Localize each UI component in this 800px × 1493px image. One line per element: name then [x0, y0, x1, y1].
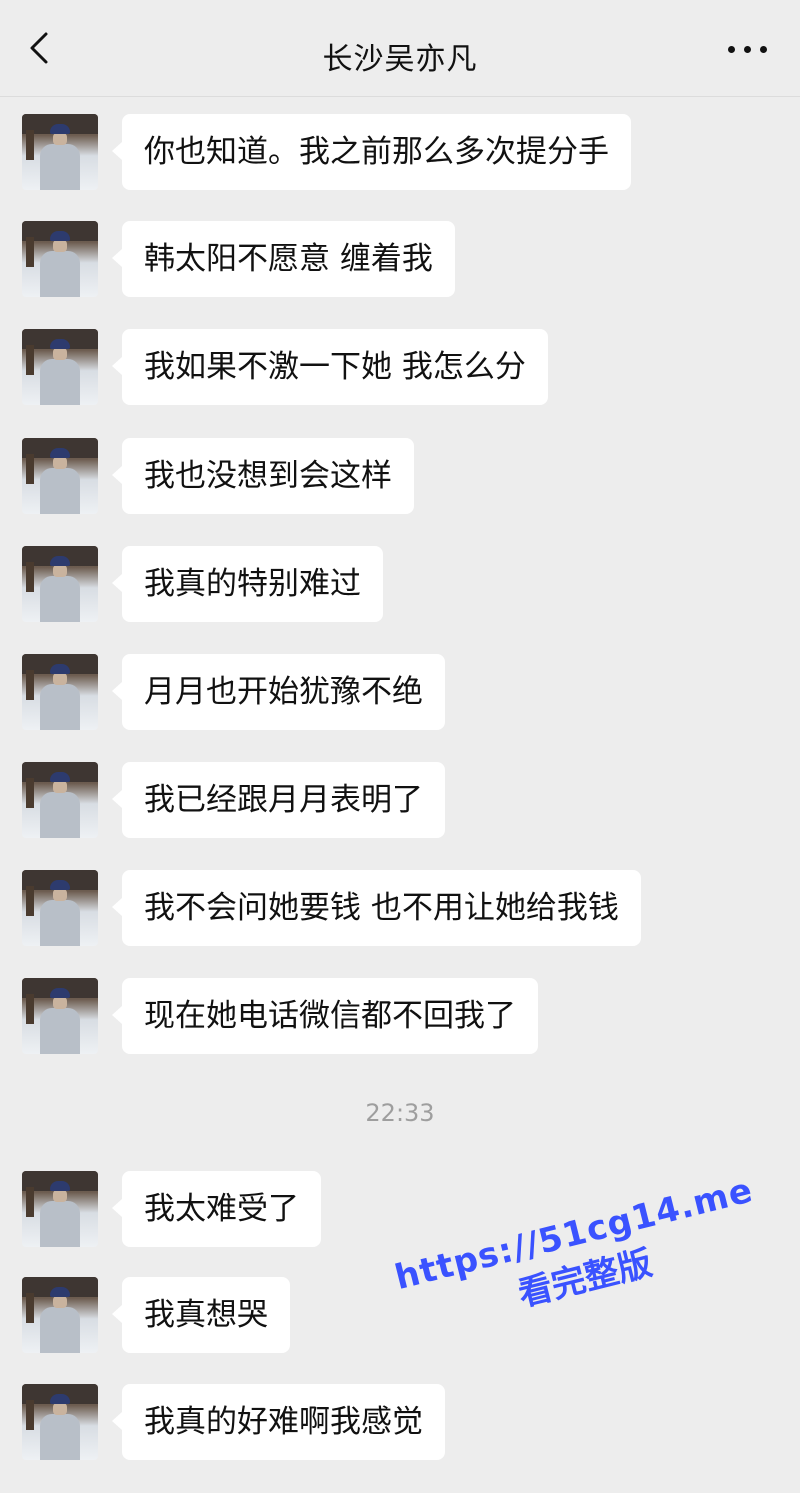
message-bubble[interactable]: 月月也开始犹豫不绝 [112, 654, 445, 730]
avatar[interactable] [22, 1384, 98, 1460]
message-bubble[interactable]: 我也没想到会这样 [112, 438, 414, 514]
avatar[interactable] [22, 1171, 98, 1247]
avatar[interactable] [22, 114, 98, 190]
message-bubble[interactable]: 我不会问她要钱 也不用让她给我钱 [112, 870, 641, 946]
avatar[interactable] [22, 546, 98, 622]
avatar[interactable] [22, 1277, 98, 1353]
more-button[interactable] [726, 38, 770, 58]
more-dots-icon [728, 46, 735, 53]
message-bubble[interactable]: 我如果不激一下她 我怎么分 [112, 329, 548, 405]
avatar[interactable] [22, 329, 98, 405]
message-bubble[interactable]: 我已经跟月月表明了 [112, 762, 445, 838]
message-bubble[interactable]: 我真的好难啊我感觉 [112, 1384, 445, 1460]
message-bubble[interactable]: 现在她电话微信都不回我了 [112, 978, 538, 1054]
chat-title: 长沙吴亦凡 [322, 42, 478, 77]
timestamp: 22:33 [365, 1099, 435, 1127]
message-bubble[interactable]: 我太难受了 [112, 1171, 321, 1247]
message-bubble[interactable]: 我真的特别难过 [112, 546, 383, 622]
message-bubble[interactable]: 韩太阳不愿意 缠着我 [112, 221, 455, 297]
message-bubble[interactable]: 我真想哭 [112, 1277, 290, 1353]
avatar[interactable] [22, 870, 98, 946]
avatar[interactable] [22, 654, 98, 730]
chat-header: 长沙吴亦凡 [0, 0, 800, 97]
message-list[interactable]: 你也知道。我之前那么多次提分手 韩太阳不愿意 缠着我 我如果不激一下她 我怎么分… [0, 96, 800, 1493]
avatar[interactable] [22, 762, 98, 838]
avatar[interactable] [22, 978, 98, 1054]
avatar[interactable] [22, 221, 98, 297]
avatar[interactable] [22, 438, 98, 514]
message-bubble[interactable]: 你也知道。我之前那么多次提分手 [112, 114, 631, 190]
